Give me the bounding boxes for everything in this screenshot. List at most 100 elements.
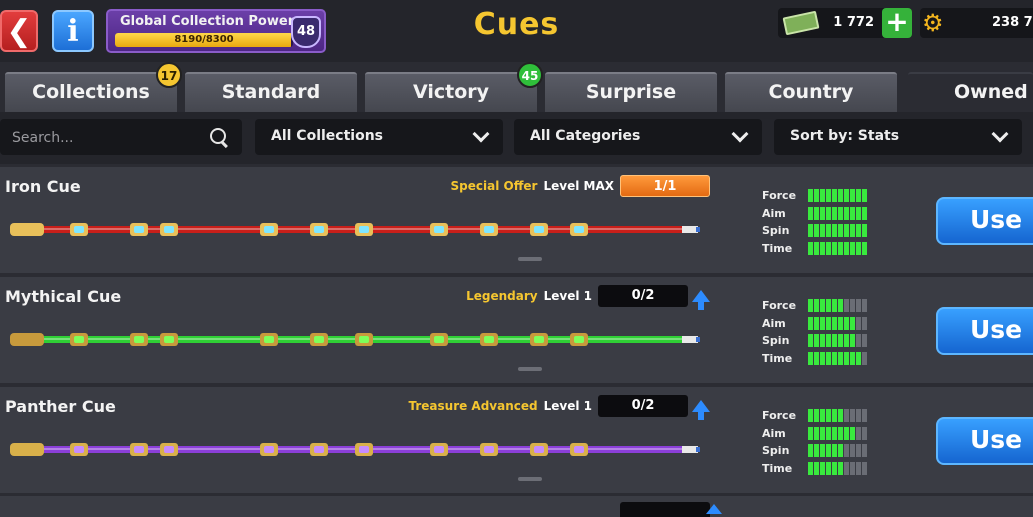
stat-time: Time — [762, 350, 882, 368]
search-input[interactable] — [10, 127, 194, 149]
stat-segment — [856, 461, 861, 475]
stat-segment — [820, 299, 825, 313]
stat-segment — [844, 316, 849, 330]
use-button[interactable]: Use — [936, 417, 1033, 465]
coin-amount: 238 7 — [992, 15, 1033, 30]
tab-victory[interactable]: Victory — [365, 72, 537, 112]
stat-segment — [850, 426, 855, 440]
stat-segment — [850, 241, 855, 255]
stat-spin: Spin — [762, 332, 882, 350]
coin-balance: ⚙ 238 7 — [920, 8, 1033, 38]
cue-gem — [534, 336, 544, 343]
stat-segment — [820, 189, 825, 203]
stat-segment — [856, 189, 861, 203]
stat-segment — [856, 444, 861, 458]
stat-label: Spin — [762, 444, 790, 458]
chevron-down-icon — [991, 125, 1009, 143]
stat-bar — [808, 224, 867, 238]
stat-force: Force — [762, 297, 882, 315]
stat-segment — [850, 316, 855, 330]
cash-amount: 1 772 — [833, 15, 874, 30]
stat-segment — [856, 299, 861, 313]
cue-gem — [484, 336, 494, 343]
upgrade-arrow-icon[interactable] — [692, 290, 710, 310]
stat-bar — [808, 409, 867, 423]
stat-segment — [820, 461, 825, 475]
stat-label: Spin — [762, 224, 790, 238]
sort-dropdown[interactable]: Sort by: Stats — [774, 119, 1022, 155]
stat-segment — [862, 409, 867, 423]
stat-spin: Spin — [762, 222, 882, 240]
stat-segment — [856, 334, 861, 348]
stat-segment — [838, 334, 843, 348]
collection-dropdown[interactable]: All Collections — [255, 119, 503, 155]
stat-segment — [862, 426, 867, 440]
stat-label: Aim — [762, 206, 786, 220]
cue-gem — [434, 336, 444, 343]
tab-badge: 45 — [517, 62, 543, 88]
use-button[interactable]: Use — [936, 307, 1033, 355]
stat-segment — [844, 224, 849, 238]
stat-bar — [808, 334, 867, 348]
stat-segment — [826, 461, 831, 475]
stat-segment — [808, 426, 813, 440]
stat-segment — [820, 224, 825, 238]
stat-segment — [862, 316, 867, 330]
stat-bar — [808, 241, 867, 255]
cue-shaft-highlight — [12, 338, 696, 340]
row-handle — [518, 367, 542, 371]
stat-label: Aim — [762, 426, 786, 440]
stat-segment — [814, 224, 819, 238]
stat-segment — [832, 461, 837, 475]
stat-segment — [832, 409, 837, 423]
tab-owned[interactable]: Owned — [908, 72, 1033, 112]
stat-segment — [826, 189, 831, 203]
stat-segment — [814, 316, 819, 330]
stat-segment — [808, 206, 813, 220]
tab-country[interactable]: Country — [725, 72, 897, 112]
stat-segment — [850, 444, 855, 458]
tab-collections[interactable]: Collections — [5, 72, 177, 112]
search-box[interactable] — [0, 119, 242, 155]
sort-dropdown-label: Sort by: Stats — [790, 128, 900, 144]
add-cash-button[interactable]: + — [882, 8, 912, 38]
chevron-down-icon — [472, 125, 490, 143]
cue-shaft-highlight — [12, 448, 696, 450]
tab-standard[interactable]: Standard — [185, 72, 357, 112]
cue-name: Panther Cue — [5, 397, 116, 416]
cue-gem — [359, 446, 369, 453]
row-handle — [518, 257, 542, 261]
cue-gem — [434, 226, 444, 233]
category-tabs: Collections 17 Standard Victory 45 Surpr… — [0, 62, 1033, 112]
category-dropdown[interactable]: All Categories — [514, 119, 762, 155]
cue-tip — [696, 227, 700, 232]
stat-segment — [832, 299, 837, 313]
stat-segment — [838, 444, 843, 458]
stat-segment — [844, 299, 849, 313]
stat-bar — [808, 461, 867, 475]
use-button[interactable]: Use — [936, 197, 1033, 245]
stat-segment — [844, 444, 849, 458]
stat-label: Force — [762, 189, 797, 203]
cue-stats: Force Aim Spin Time — [762, 187, 882, 257]
stat-segment — [856, 409, 861, 423]
stat-segment — [820, 351, 825, 365]
stat-segment — [808, 316, 813, 330]
stat-segment — [820, 426, 825, 440]
search-icon[interactable] — [210, 128, 226, 144]
stat-segment — [826, 224, 831, 238]
upgrade-arrow-icon[interactable] — [692, 400, 710, 420]
stat-segment — [832, 334, 837, 348]
cue-gem — [534, 226, 544, 233]
cue-gem — [264, 226, 274, 233]
stat-segment — [814, 299, 819, 313]
stat-label: Force — [762, 409, 797, 423]
stat-segment — [838, 189, 843, 203]
stat-segment — [850, 461, 855, 475]
stat-segment — [808, 241, 813, 255]
cue-stats: Force Aim Spin Time — [762, 297, 882, 367]
cue-stats: Force Aim Spin Time — [762, 407, 882, 477]
cue-row-panther-cue: Panther Cue Treasure Advanced Level 1 0/… — [0, 387, 1033, 493]
tab-surprise[interactable]: Surprise — [545, 72, 717, 112]
stat-label: Time — [762, 351, 793, 365]
